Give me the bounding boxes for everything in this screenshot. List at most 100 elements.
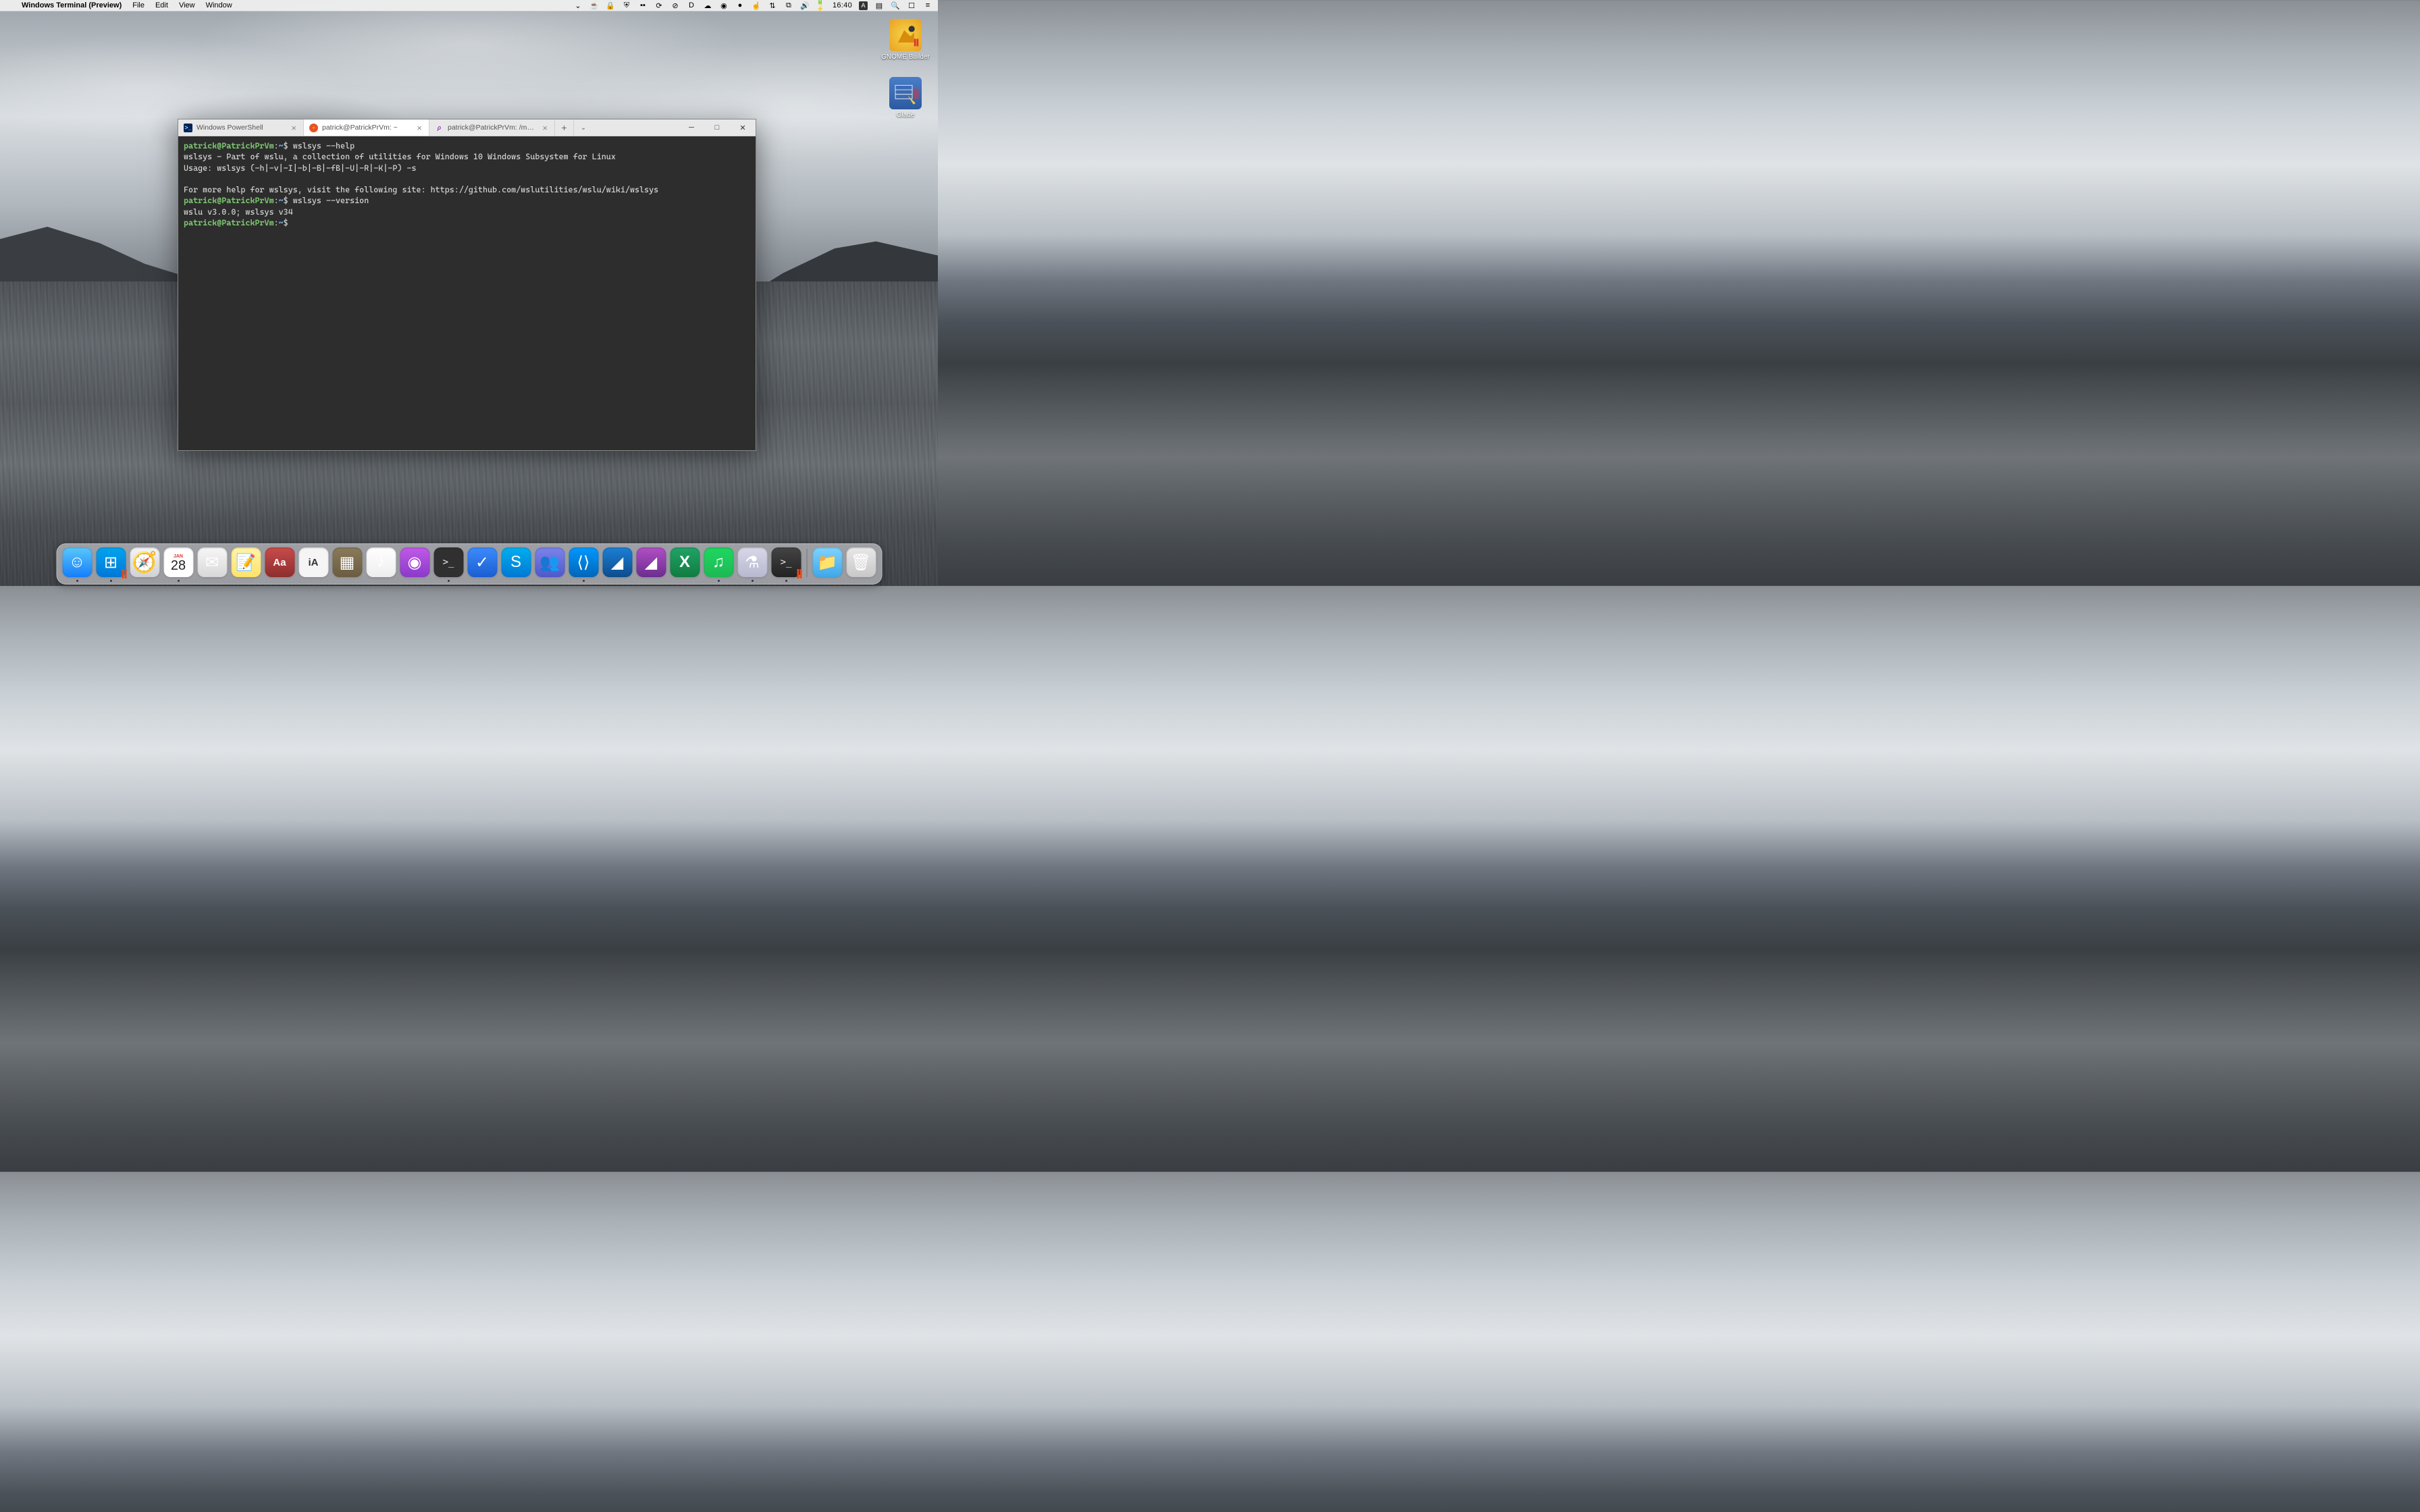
tab-dropdown-button[interactable]: ⌄ xyxy=(574,119,593,136)
dock-item-trash[interactable]: 🗑 xyxy=(846,547,876,577)
prompt-user-host: patrick@PatrickPrVm xyxy=(184,218,274,227)
menu-view[interactable]: View xyxy=(174,1,201,9)
dock-item-mail[interactable]: ✉ xyxy=(197,547,227,577)
todo-icon: ✓ xyxy=(475,553,489,572)
dot-icon[interactable]: ● xyxy=(735,1,745,10)
menu-file[interactable]: File xyxy=(127,1,150,9)
desktop-icon-gnome-builder[interactable]: GNOME Builder xyxy=(881,19,930,61)
spotify-icon: ♫ xyxy=(712,553,725,572)
affinity-designer-icon: ◢ xyxy=(611,553,623,572)
updown-icon[interactable]: ⇅ xyxy=(768,1,777,10)
dock-item-skype[interactable]: S xyxy=(501,547,531,577)
shield-icon[interactable]: ⛨ xyxy=(622,1,631,10)
affinity-photo-icon: ◢ xyxy=(645,553,657,572)
dock-item-podcasts[interactable]: ◉ xyxy=(400,547,429,577)
dock: ☺⊞🧭JAN28✉📝AaiA▦♪◉>_✓S👥⟨⟩◢◢X♫⚗>_📁🗑 xyxy=(56,543,882,585)
maximize-button[interactable]: □ xyxy=(704,124,730,132)
docker-icon[interactable]: ▪▪ xyxy=(638,1,648,10)
dock-item-windows-explorer[interactable]: ⊞ xyxy=(96,547,126,577)
menu-window[interactable]: Window xyxy=(201,1,238,9)
app-menu[interactable]: Windows Terminal (Preview) xyxy=(16,1,127,9)
menu-edit[interactable]: Edit xyxy=(150,1,174,9)
input-cursor[interactable] xyxy=(288,218,293,227)
notification-center-icon[interactable]: ≡ xyxy=(923,1,932,10)
dock-item-ia-writer[interactable]: iA xyxy=(298,547,328,577)
dock-item-emacs[interactable]: ⚗ xyxy=(737,547,767,577)
dock-item-finder[interactable]: ☺ xyxy=(62,547,92,577)
close-button[interactable]: ✕ xyxy=(730,124,756,132)
desktop-icon-label: GNOME Builder xyxy=(881,53,930,61)
spotlight-icon[interactable]: 🔍 xyxy=(891,1,900,10)
dock-item-music[interactable]: ♪ xyxy=(366,547,396,577)
powershell-icon: >_ xyxy=(184,124,192,132)
terminal-titlebar[interactable]: >_ Windows PowerShell × ◦ patrick@Patric… xyxy=(178,119,756,136)
emacs-icon: ⚗ xyxy=(745,553,760,572)
dock-item-teams[interactable]: 👥 xyxy=(535,547,564,577)
downloads-icon: 📁 xyxy=(817,553,837,572)
dock-item-affinity-designer[interactable]: ◢ xyxy=(602,547,632,577)
vscode-icon: ⟨⟩ xyxy=(577,553,590,572)
tab-close-button[interactable]: × xyxy=(290,123,298,133)
ia-writer-icon: iA xyxy=(309,557,319,568)
terminal-window: >_ Windows PowerShell × ◦ patrick@Patric… xyxy=(178,119,756,451)
mail-icon: ✉ xyxy=(205,553,219,572)
dock-item-downloads[interactable]: 📁 xyxy=(812,547,842,577)
dock-item-excel[interactable]: X xyxy=(670,547,700,577)
tab-powershell[interactable]: >_ Windows PowerShell × xyxy=(178,119,304,136)
prompt-cwd: ~ xyxy=(279,141,284,151)
chevron-down-icon[interactable]: ⌄ xyxy=(573,1,583,10)
dock-item-safari[interactable]: 🧭 xyxy=(130,547,159,577)
coffee-icon[interactable]: ☕ xyxy=(589,1,599,10)
output-line: wslu v3.0.0; wslsys v34 xyxy=(184,207,293,217)
control-center-icon[interactable]: ☐ xyxy=(907,1,916,10)
minimize-button[interactable]: ─ xyxy=(679,124,704,132)
hand-icon[interactable]: ☝ xyxy=(752,1,761,10)
tab-close-button[interactable]: × xyxy=(541,123,549,133)
dash-icon[interactable]: ⊘ xyxy=(670,1,680,10)
dock-separator xyxy=(806,549,807,577)
pause-badge-icon xyxy=(797,569,802,578)
pengwin-icon: ρ xyxy=(435,124,444,132)
output-line: wslsys - Part of wslu, a collection of u… xyxy=(184,152,616,161)
desktop-icon-label: Glade xyxy=(897,111,915,119)
dock-item-terminal-mac[interactable]: >_ xyxy=(433,547,463,577)
prompt-cwd: ~ xyxy=(279,196,284,205)
windows-explorer-icon: ⊞ xyxy=(104,553,117,572)
dock-item-calendar[interactable]: JAN28 xyxy=(163,547,193,577)
dock-item-vscode[interactable]: ⟨⟩ xyxy=(569,547,598,577)
volume-icon[interactable]: 🔊 xyxy=(800,1,810,10)
dock-item-windows-terminal[interactable]: >_ xyxy=(771,547,801,577)
new-tab-button[interactable]: + xyxy=(555,119,574,136)
dictionary-icon: Aa xyxy=(273,557,286,568)
dock-item-spotify[interactable]: ♫ xyxy=(704,547,733,577)
cloud-icon[interactable]: ☁ xyxy=(703,1,712,10)
box-icon: ▦ xyxy=(340,553,355,572)
dock-item-todo[interactable]: ✓ xyxy=(467,547,497,577)
command-text: wslsys --version xyxy=(288,196,369,205)
music-icon: ♪ xyxy=(377,553,385,572)
terminal-content[interactable]: patrick@PatrickPrVm:~$ wslsys --help wsl… xyxy=(178,136,756,450)
wifi-icon[interactable]: ⧉ xyxy=(784,1,793,10)
circle-icon[interactable]: ◉ xyxy=(719,1,729,10)
menubar-clock[interactable]: 16:40 xyxy=(833,1,852,9)
lock-icon[interactable]: 🔒 xyxy=(606,1,615,10)
ubuntu-icon: ◦ xyxy=(309,124,318,132)
desktop-icon-glade[interactable]: Glade xyxy=(881,77,930,119)
output-line: For more help for wslsys, visit the foll… xyxy=(184,185,658,194)
tab-close-button[interactable]: × xyxy=(415,123,423,133)
battery-icon[interactable]: 🔋⚡ xyxy=(816,1,826,10)
sidebar-icon[interactable]: ▤ xyxy=(874,1,884,10)
dock-item-notes[interactable]: 📝 xyxy=(231,547,261,577)
output-line: Usage: wslsys (-h|-v|-I|-b|-B|-fB|-U|-R|… xyxy=(184,163,417,173)
tab-ubuntu-home[interactable]: ◦ patrick@PatrickPrVm: ~ × xyxy=(304,119,429,136)
dock-item-affinity-photo[interactable]: ◢ xyxy=(636,547,666,577)
letter-d-icon[interactable]: D xyxy=(687,1,696,10)
tab-pengwin-mnt[interactable]: ρ patrick@PatrickPrVm: /mnt/mac × xyxy=(429,119,555,136)
finder-icon: ☺ xyxy=(69,553,86,572)
dock-item-dictionary[interactable]: Aa xyxy=(265,547,294,577)
input-source-icon[interactable]: A xyxy=(859,1,868,10)
dock-item-box[interactable]: ▦ xyxy=(332,547,362,577)
menubar-status: ⌄ ☕ 🔒 ⛨ ▪▪ ⟳ ⊘ D ☁ ◉ ● ☝ ⇅ ⧉ 🔊 🔋⚡ 16:40 … xyxy=(573,1,932,10)
trash-icon: 🗑 xyxy=(851,553,871,572)
sync-icon[interactable]: ⟳ xyxy=(654,1,664,10)
